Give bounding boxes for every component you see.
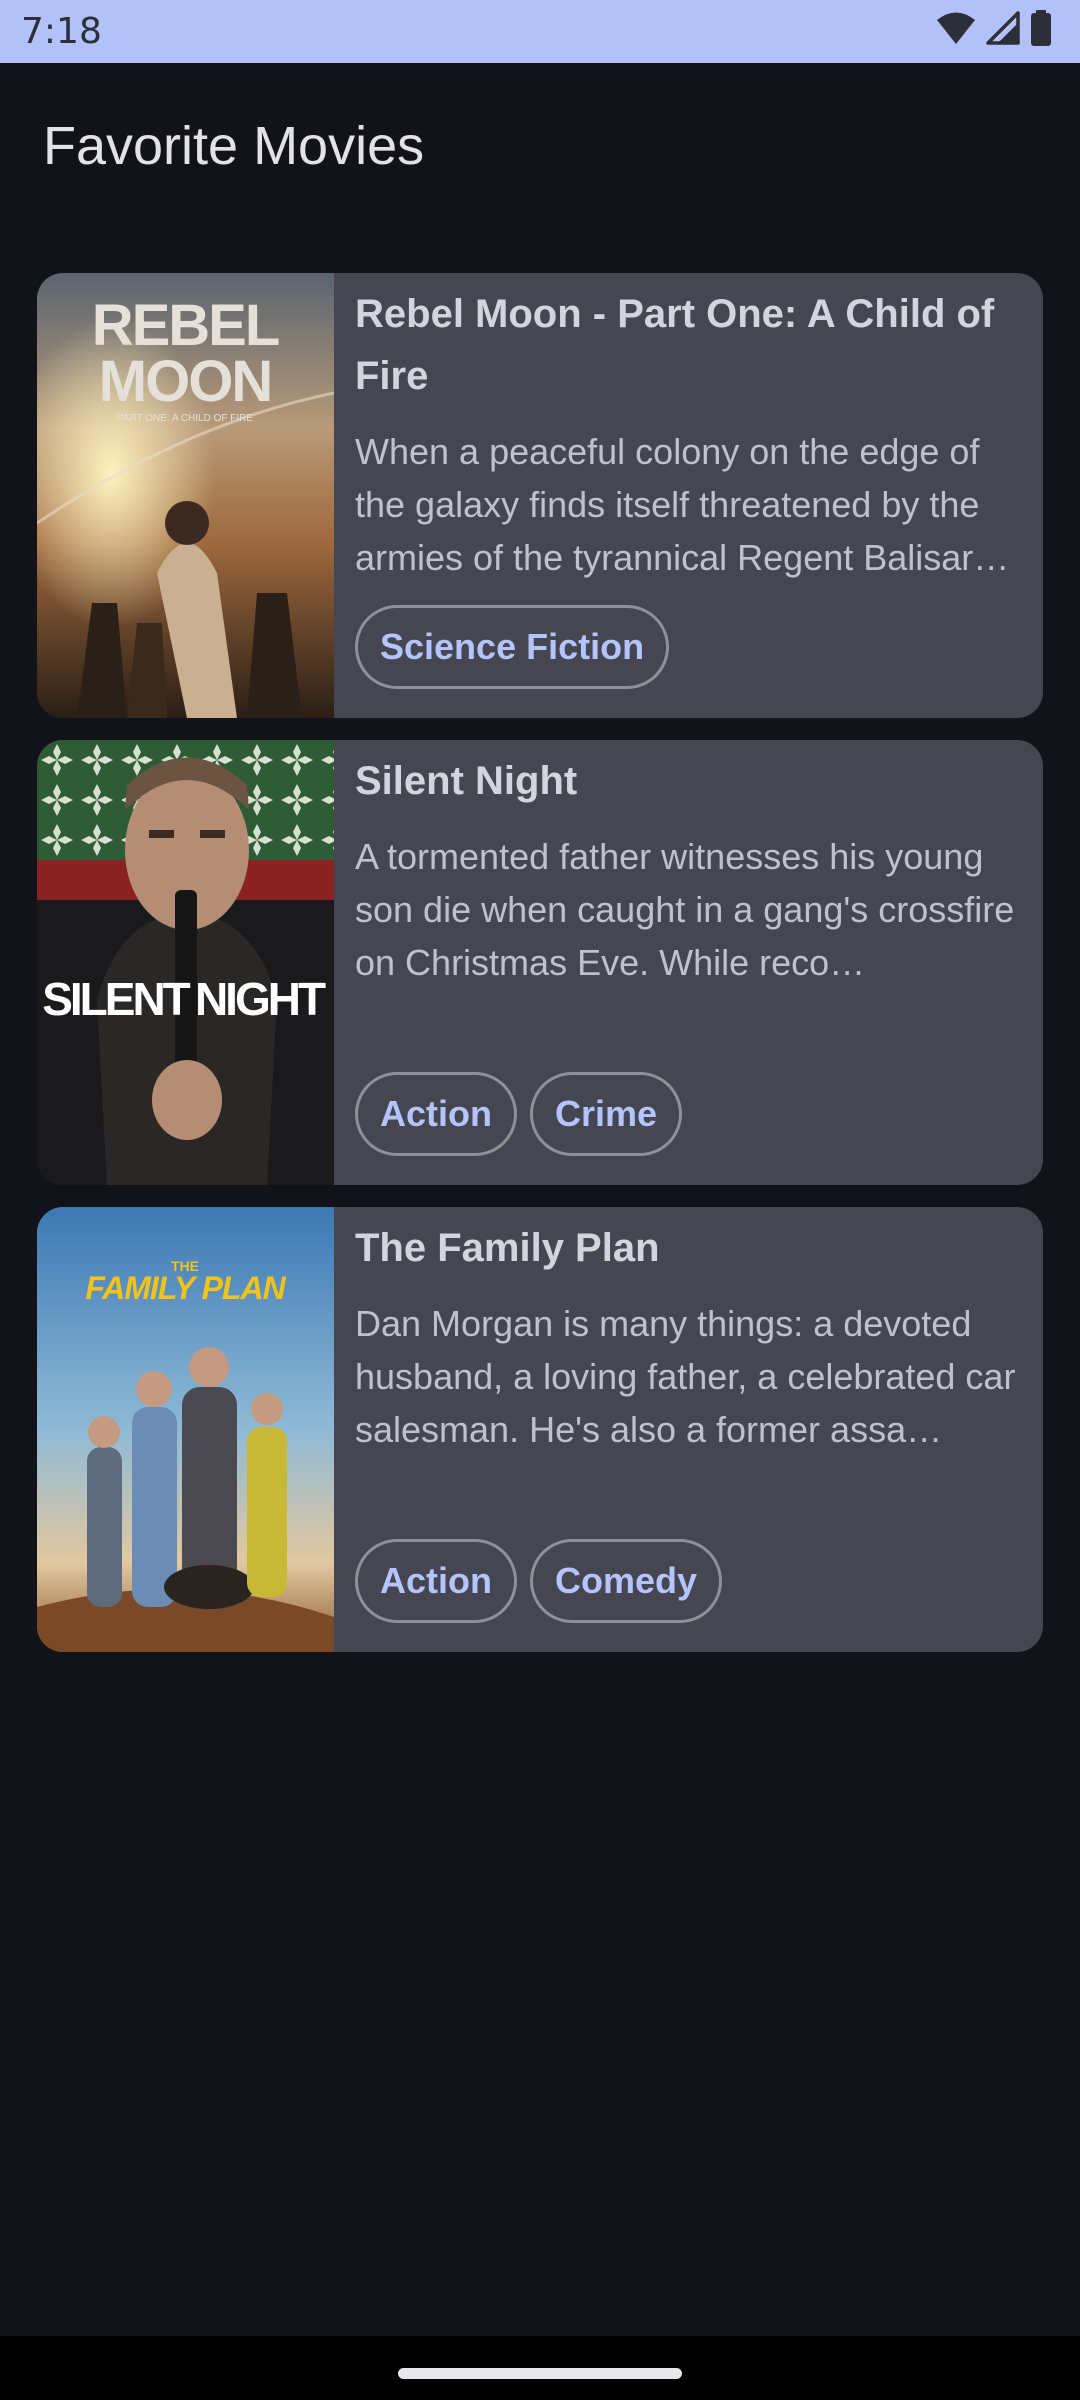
movie-card[interactable]: REBEL MOON PART ONE: A CHILD OF FIRE Reb… — [37, 273, 1043, 718]
movie-poster: THE FAMILY PLAN — [37, 1207, 334, 1652]
page-title: Favorite Movies — [43, 116, 425, 176]
movie-description: Dan Morgan is many things: a devoted hus… — [355, 1303, 1016, 1450]
movie-title: Rebel Moon - Part One: A Child of Fire — [355, 292, 995, 398]
genre-chip[interactable]: Comedy — [530, 1539, 723, 1623]
movie-card-body: Silent Night A tormented father witnesse… — [355, 740, 1025, 1185]
poster-title: MOON — [99, 349, 271, 414]
movie-card-body: The Family Plan Dan Morgan is many thing… — [355, 1207, 1025, 1652]
genre-chip[interactable]: Crime — [530, 1072, 683, 1156]
genre-chip[interactable]: Action — [355, 1539, 517, 1623]
movie-title: Silent Night — [355, 759, 578, 803]
movie-description: A tormented father witnesses his young s… — [355, 836, 1015, 983]
app-content: Favorite Movies REBEL MOON PART ONE: A C… — [0, 63, 1080, 2336]
wifi-icon — [936, 11, 976, 50]
genre-chips: Science Fiction — [355, 605, 670, 689]
poster-title: SILENT — [42, 973, 190, 1025]
movie-description: When a peaceful colony on the edge of th… — [355, 431, 1010, 578]
movie-list: REBEL MOON PART ONE: A CHILD OF FIRE Reb… — [37, 273, 1043, 1674]
movie-card[interactable]: SILENT NIGHT Silent Night A tormented fa… — [37, 740, 1043, 1185]
navigation-bar — [0, 2336, 1080, 2400]
genre-chip[interactable]: Action — [355, 1072, 517, 1156]
status-bar: 7:18 — [0, 0, 1080, 63]
poster-title: NIGHT — [195, 973, 326, 1025]
status-icons — [936, 9, 1052, 51]
cell-signal-icon — [986, 10, 1020, 50]
movie-title: The Family Plan — [355, 1226, 660, 1270]
battery-icon — [1030, 9, 1052, 51]
movie-poster: SILENT NIGHT — [37, 740, 334, 1185]
movie-card-body: Rebel Moon - Part One: A Child of Fire W… — [355, 273, 1025, 718]
status-time: 7:18 — [21, 11, 102, 52]
poster-title: FAMILY PLAN — [85, 1270, 286, 1306]
genre-chips: Action Comedy — [355, 1539, 723, 1623]
movie-card[interactable]: THE FAMILY PLAN The Family Plan Dan Morg… — [37, 1207, 1043, 1652]
genre-chips: Action Crime — [355, 1072, 683, 1156]
genre-chip[interactable]: Science Fiction — [355, 605, 670, 689]
poster-subtitle: PART ONE: A CHILD OF FIRE — [117, 413, 253, 424]
movie-poster: REBEL MOON PART ONE: A CHILD OF FIRE — [37, 273, 334, 718]
home-indicator[interactable] — [398, 2368, 682, 2379]
